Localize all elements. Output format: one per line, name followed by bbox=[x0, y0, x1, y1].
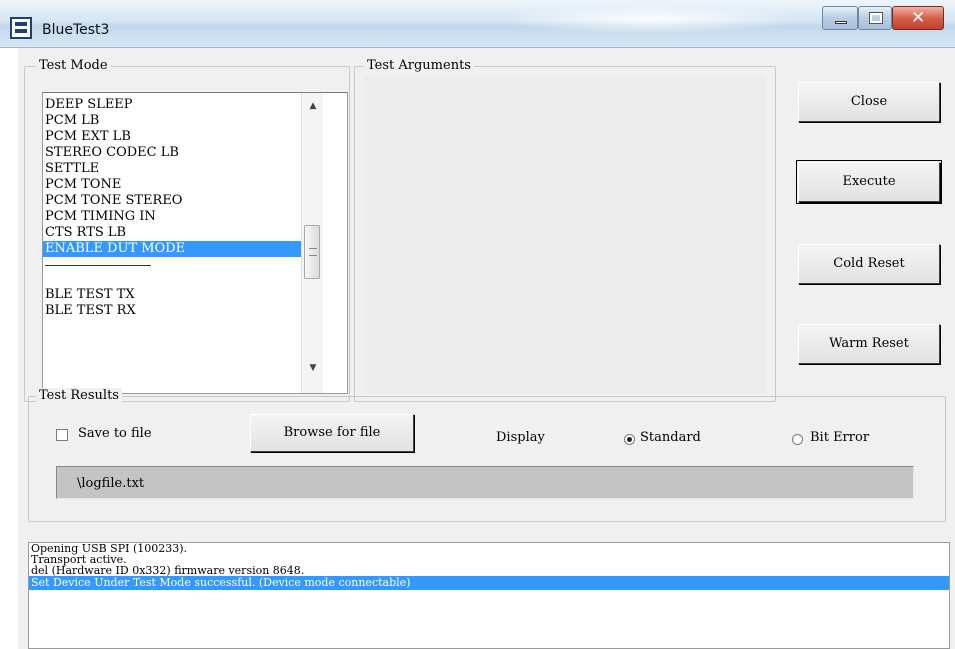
warm-reset-button[interactable]: Warm Reset bbox=[798, 324, 940, 364]
execute-button[interactable]: Execute bbox=[796, 160, 942, 204]
log-file-path-value: \logfile.txt bbox=[77, 476, 145, 491]
bit-error-radio-label[interactable]: Bit Error bbox=[810, 430, 869, 445]
test-mode-item[interactable]: SETTLE bbox=[43, 161, 301, 177]
scroll-down-icon[interactable]: ▼ bbox=[302, 357, 324, 379]
test-mode-item[interactable]: BLE TEST TX bbox=[43, 287, 301, 303]
close-button-label: Close bbox=[850, 94, 888, 109]
minimize-button[interactable] bbox=[822, 6, 858, 30]
browse-for-file-button[interactable]: Browse for file bbox=[250, 414, 414, 452]
list-scrollbar[interactable]: ▲ ▼ bbox=[301, 93, 323, 393]
save-to-file-label[interactable]: Save to file bbox=[78, 426, 152, 441]
display-label: Display bbox=[496, 430, 545, 445]
test-mode-item[interactable]: DEEP SLEEP bbox=[43, 97, 301, 113]
close-button[interactable]: Close bbox=[798, 82, 940, 122]
title-bar[interactable]: BlueTest3 ✕ bbox=[0, 0, 955, 48]
dialog-client: Test Mode DEEP SLEEP PCM LB PCM EXT LB STER… bbox=[18, 48, 955, 649]
test-mode-item[interactable]: STEREO CODEC LB bbox=[43, 145, 301, 161]
list-separator bbox=[43, 265, 301, 287]
test-mode-item[interactable]: PCM EXT LB bbox=[43, 129, 301, 145]
close-icon: ✕ bbox=[911, 8, 926, 28]
standard-radio[interactable] bbox=[624, 434, 635, 445]
log-file-path-field[interactable]: \logfile.txt bbox=[56, 466, 914, 499]
cold-reset-button[interactable]: Cold Reset bbox=[798, 244, 940, 284]
scroll-up-icon[interactable]: ▲ bbox=[302, 95, 324, 117]
test-mode-item[interactable]: PCM TONE STEREO bbox=[43, 193, 301, 209]
test-mode-item[interactable]: PCM TIMING IN bbox=[43, 209, 301, 225]
test-mode-item[interactable]: PCM LB bbox=[43, 113, 301, 129]
test-mode-item[interactable]: PCM TONE bbox=[43, 177, 301, 193]
test-mode-item[interactable]: BLE TEST RX bbox=[43, 303, 301, 319]
maximize-button[interactable] bbox=[858, 6, 892, 30]
window-title: BlueTest3 bbox=[42, 22, 110, 38]
test-results-group bbox=[28, 396, 946, 522]
log-output[interactable]: Opening USB SPI (100233). Transport activ… bbox=[28, 542, 950, 649]
title-bar-glow bbox=[500, 4, 800, 34]
test-results-label: Test Results bbox=[36, 388, 122, 403]
warm-reset-button-label: Warm Reset bbox=[829, 336, 909, 351]
bit-error-radio[interactable] bbox=[792, 434, 803, 445]
test-arguments-label: Test Arguments bbox=[364, 58, 474, 73]
log-line[interactable]: del (Hardware ID 0x332) firmware version… bbox=[29, 565, 949, 576]
test-arguments-area bbox=[364, 76, 766, 394]
standard-radio-label[interactable]: Standard bbox=[640, 430, 701, 445]
log-line[interactable]: Set Device Under Test Mode successful. (… bbox=[29, 576, 949, 590]
test-mode-listbox[interactable]: DEEP SLEEP PCM LB PCM EXT LB STEREO CODEC L… bbox=[42, 92, 348, 394]
test-mode-label: Test Mode bbox=[36, 58, 111, 73]
cold-reset-button-label: Cold Reset bbox=[833, 256, 905, 271]
maximize-icon bbox=[869, 12, 883, 24]
window-controls: ✕ bbox=[808, 6, 948, 32]
app-icon[interactable] bbox=[10, 17, 32, 39]
test-mode-item[interactable]: ENABLE DUT MODE bbox=[43, 241, 301, 257]
browse-for-file-label: Browse for file bbox=[283, 425, 381, 440]
scroll-thumb[interactable] bbox=[304, 225, 320, 279]
test-mode-item[interactable]: CTS RTS LB bbox=[43, 225, 301, 241]
log-line[interactable]: Opening USB SPI (100233). bbox=[29, 543, 949, 554]
execute-button-label: Execute bbox=[842, 174, 896, 189]
minimize-icon bbox=[835, 21, 847, 24]
save-to-file-checkbox[interactable] bbox=[56, 429, 68, 441]
close-window-button[interactable]: ✕ bbox=[892, 6, 944, 30]
